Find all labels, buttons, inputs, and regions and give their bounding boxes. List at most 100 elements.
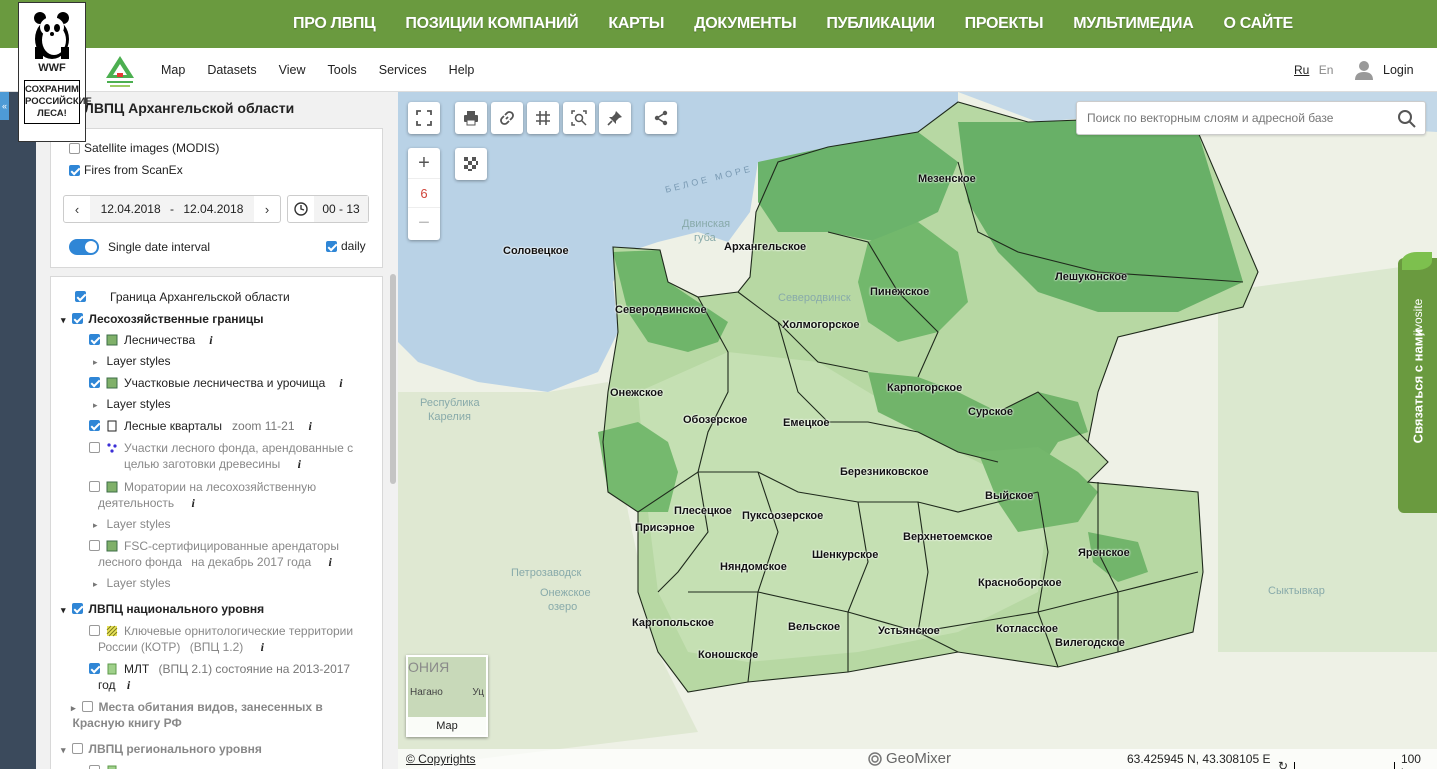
nav-multimedia[interactable]: МУЛЬТИМЕДИА	[1073, 15, 1194, 33]
layer-lesnichestva[interactable]: Лесничества i	[89, 332, 213, 348]
share-button[interactable]	[645, 102, 677, 134]
hcvf-logo-icon[interactable]	[104, 54, 136, 88]
group-redbook-checkbox[interactable]	[81, 701, 93, 712]
lang-ru[interactable]: Ru	[1294, 63, 1309, 77]
copyrights-link[interactable]: © Copyrights	[406, 752, 476, 766]
date-next-button[interactable]: ›	[254, 202, 280, 217]
layer-arenda[interactable]: Участки лесного фонда, арендованные с це…	[89, 440, 353, 472]
basemap-grid-button[interactable]	[455, 148, 487, 180]
collapse-sidebar-button[interactable]: «	[0, 92, 9, 120]
info-icon[interactable]: i	[309, 418, 312, 434]
wwf-logo[interactable]: WWF СОХРАНИМ РОССИЙСКИЕ ЛЕСА!	[18, 2, 92, 142]
layer-uchastkovye-checkbox[interactable]	[89, 377, 100, 388]
info-icon[interactable]: i	[209, 332, 212, 348]
info-icon[interactable]: i	[261, 640, 264, 654]
date-prev-button[interactable]: ‹	[64, 202, 90, 217]
grid-button[interactable]	[527, 102, 559, 134]
fullscreen-button[interactable]	[408, 102, 440, 134]
layer-styles-toggle[interactable]: Layer styles	[93, 397, 171, 411]
time-range-picker[interactable]: 00 - 13	[287, 195, 369, 223]
layer-border[interactable]: Граница Архангельской области	[75, 289, 290, 305]
layer-styles-toggle[interactable]: Layer styles	[93, 576, 171, 590]
zoom-out-button[interactable]: −	[408, 208, 440, 238]
layer-border-checkbox[interactable]	[75, 291, 86, 302]
login-button[interactable]: Login	[1354, 60, 1414, 80]
group-regional-checkbox[interactable]	[71, 743, 83, 754]
layer-kotr-checkbox[interactable]	[89, 625, 100, 636]
layer-moratorii-checkbox[interactable]	[89, 481, 100, 492]
layer-regional-child-checkbox[interactable]	[89, 765, 100, 769]
menu-view[interactable]: View	[279, 63, 306, 77]
layers-sidebar: ЛВПЦ Архангельской области Satellite ima…	[36, 92, 398, 769]
layer-kvartaly-checkbox[interactable]	[89, 420, 100, 431]
minimap-text-top: ОНИЯ	[408, 659, 450, 675]
permalink-button[interactable]	[491, 102, 523, 134]
lang-en[interactable]: En	[1319, 63, 1334, 77]
region-label: Пуксоозерское	[742, 510, 824, 522]
nav-projects[interactable]: ПРОЕКТЫ	[965, 15, 1044, 33]
daily-row: daily	[326, 239, 366, 253]
nav-publications[interactable]: ПУБЛИКАЦИИ	[826, 15, 935, 33]
date-range-value[interactable]: 12.04.2018 - 12.04.2018	[90, 196, 254, 222]
menu-map[interactable]: Map	[161, 63, 185, 77]
daily-checkbox[interactable]	[326, 240, 337, 252]
layer-mlt[interactable]: МЛТ (ВПЦ 2.1) состояние на 2013-2017 год…	[89, 661, 350, 693]
modis-checkbox[interactable]	[69, 142, 80, 154]
refresh-icon[interactable]: ↻	[1278, 759, 1288, 769]
layer-fsc[interactable]: FSC-сертифицированные арендаторы лесного…	[89, 538, 339, 570]
expand-triangle-icon[interactable]: ▾	[61, 742, 66, 758]
layer-styles-toggle[interactable]: Layer styles	[93, 517, 171, 531]
expand-triangle-icon[interactable]: ▾	[61, 602, 66, 618]
scanex-checkbox[interactable]	[69, 164, 80, 176]
geomixer-logo[interactable]: GeoMixer	[868, 750, 951, 767]
nav-maps[interactable]: КАРТЫ	[608, 15, 664, 33]
slogan-line-3: ЛЕСА!	[37, 108, 67, 119]
nav-about[interactable]: О САЙТЕ	[1223, 15, 1293, 33]
layer-mlt-checkbox[interactable]	[89, 663, 100, 674]
minimap[interactable]: ОНИЯ Нагано Уц Map	[406, 655, 488, 737]
print-button[interactable]	[455, 102, 487, 134]
zoom-area-button[interactable]	[563, 102, 595, 134]
draw-pin-button[interactable]	[599, 102, 631, 134]
coordinates-readout[interactable]: 63.425945 N, 43.308105 E	[1127, 752, 1270, 766]
layer-regional-child[interactable]	[89, 763, 124, 769]
info-icon[interactable]: i	[339, 375, 342, 391]
map-search-input[interactable]	[1077, 102, 1387, 134]
group-forest-bounds[interactable]: ▾ Лесохозяйственные границы	[61, 311, 264, 328]
info-icon[interactable]: i	[298, 457, 301, 471]
search-icon[interactable]	[1397, 109, 1417, 129]
layer-uchastkovye[interactable]: Участковые лесничества и урочища i	[89, 375, 343, 391]
menu-datasets[interactable]: Datasets	[207, 63, 256, 77]
sidebar-scrollbar[interactable]	[390, 274, 396, 484]
menu-tools[interactable]: Tools	[328, 63, 357, 77]
layer-arenda-checkbox[interactable]	[89, 442, 100, 453]
layer-styles-toggle[interactable]: Layer styles	[93, 354, 171, 368]
layer-kotr[interactable]: Ключевые орнитологические территории Рос…	[89, 623, 353, 655]
layer-kvartaly[interactable]: Лесные кварталы zoom 11-21 i	[89, 418, 312, 434]
menu-help[interactable]: Help	[449, 63, 475, 77]
layer-fsc-checkbox[interactable]	[89, 540, 100, 551]
nav-documents[interactable]: ДОКУМЕНТЫ	[694, 15, 797, 33]
map-view[interactable]: БЕЛОЕ МОРЕ Республика Карелия Петрозаводск…	[398, 92, 1437, 769]
jivosite-widget[interactable]: jivosite Связаться с нами	[1398, 252, 1437, 513]
nav-pro-lvpc[interactable]: ПРО ЛВПЦ	[293, 15, 376, 33]
layer-lesnichestva-checkbox[interactable]	[89, 334, 100, 345]
info-icon[interactable]: i	[329, 555, 332, 569]
layer-moratorii[interactable]: Моратории на лесохозяйственную деятельно…	[89, 479, 316, 511]
zoom-in-button[interactable]: +	[408, 148, 440, 178]
info-icon[interactable]: i	[191, 496, 194, 510]
group-regional[interactable]: ▾ ЛВПЦ регионального уровня	[61, 741, 262, 758]
group-national-checkbox[interactable]	[71, 603, 83, 614]
group-forest-bounds-checkbox[interactable]	[71, 313, 83, 324]
region-label: Шенкурское	[812, 549, 879, 561]
expand-triangle-icon[interactable]: ▾	[61, 312, 66, 328]
single-date-toggle[interactable]	[69, 239, 99, 255]
region-label: Каргопольское	[632, 617, 714, 629]
nav-positions[interactable]: ПОЗИЦИИ КОМПАНИЙ	[405, 15, 578, 33]
expand-triangle-icon[interactable]: ▸	[71, 700, 76, 716]
group-national[interactable]: ▾ ЛВПЦ национального уровня	[61, 601, 264, 618]
menu-services[interactable]: Services	[379, 63, 427, 77]
geomixer-label: GeoMixer	[886, 750, 952, 767]
group-redbook[interactable]: ▸ Места обитания видов, занесенных в Кра…	[71, 699, 323, 731]
info-icon[interactable]: i	[127, 678, 130, 692]
